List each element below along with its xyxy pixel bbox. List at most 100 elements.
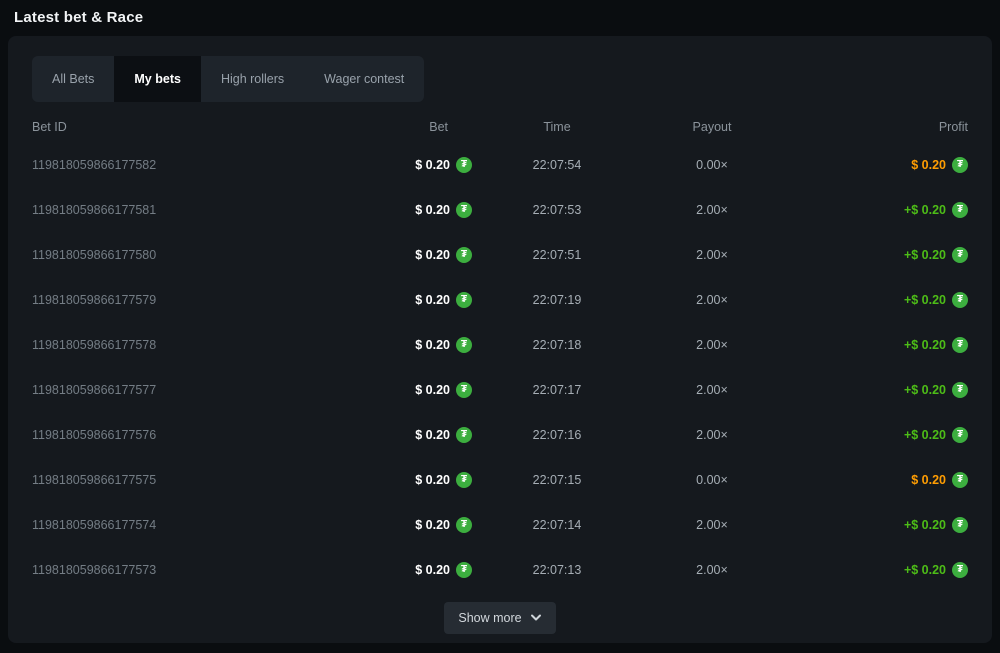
header-bet: Bet [352,120,472,134]
bet-id-link[interactable]: 119818059866177573 [32,563,352,577]
bet-time: 22:07:17 [472,383,642,397]
coin-icon: ₮ [456,382,472,398]
show-more-button[interactable]: Show more [444,602,555,634]
coin-icon: ₮ [456,517,472,533]
table-row: 119818059866177581 $ 0.20 ₮ 22:07:53 2.0… [32,187,968,232]
bet-amount: $ 0.20 [415,473,450,487]
show-more-label: Show more [458,611,521,625]
profit-amount: +$ 0.20 [904,518,946,532]
profit-amount: +$ 0.20 [904,338,946,352]
table-row: 119818059866177578 $ 0.20 ₮ 22:07:18 2.0… [32,322,968,367]
table-row: 119818059866177574 $ 0.20 ₮ 22:07:14 2.0… [32,502,968,547]
bet-payout: 2.00× [642,518,782,532]
bet-id-link[interactable]: 119818059866177577 [32,383,352,397]
bet-payout: 2.00× [642,563,782,577]
table-row: 119818059866177580 $ 0.20 ₮ 22:07:51 2.0… [32,232,968,277]
bet-id-link[interactable]: 119818059866177576 [32,428,352,442]
bet-amount: $ 0.20 [415,203,450,217]
tab-my-bets[interactable]: My bets [114,56,201,102]
profit-amount: +$ 0.20 [904,293,946,307]
profit-cell: +$ 0.20 ₮ [782,247,968,263]
bet-time: 22:07:53 [472,203,642,217]
profit-cell: +$ 0.20 ₮ [782,202,968,218]
bet-time: 22:07:13 [472,563,642,577]
bet-cell: $ 0.20 ₮ [352,157,472,173]
bet-cell: $ 0.20 ₮ [352,202,472,218]
page-header: Latest bet & Race [0,0,1000,36]
coin-icon: ₮ [456,562,472,578]
bet-payout: 2.00× [642,248,782,262]
bet-id-link[interactable]: 119818059866177582 [32,158,352,172]
chevron-down-icon [530,614,542,622]
profit-amount: +$ 0.20 [904,203,946,217]
table-row: 119818059866177575 $ 0.20 ₮ 22:07:15 0.0… [32,457,968,502]
coin-icon: ₮ [952,247,968,263]
bet-id-link[interactable]: 119818059866177581 [32,203,352,217]
table-row: 119818059866177579 $ 0.20 ₮ 22:07:19 2.0… [32,277,968,322]
bet-time: 22:07:18 [472,338,642,352]
profit-amount: +$ 0.20 [904,563,946,577]
table-body: 119818059866177582 $ 0.20 ₮ 22:07:54 0.0… [32,142,968,592]
bet-time: 22:07:15 [472,473,642,487]
profit-cell: +$ 0.20 ₮ [782,337,968,353]
bet-id-link[interactable]: 119818059866177574 [32,518,352,532]
profit-amount: +$ 0.20 [904,383,946,397]
coin-icon: ₮ [952,472,968,488]
profit-cell: $ 0.20 ₮ [782,472,968,488]
profit-cell: +$ 0.20 ₮ [782,382,968,398]
bet-payout: 2.00× [642,203,782,217]
header-bet-id: Bet ID [32,120,352,134]
bet-cell: $ 0.20 ₮ [352,427,472,443]
bet-cell: $ 0.20 ₮ [352,337,472,353]
bet-amount: $ 0.20 [415,158,450,172]
profit-amount: +$ 0.20 [904,428,946,442]
coin-icon: ₮ [952,202,968,218]
coin-icon: ₮ [456,292,472,308]
coin-icon: ₮ [952,292,968,308]
tab-group: All Bets My bets High rollers Wager cont… [32,56,424,102]
bet-cell: $ 0.20 ₮ [352,517,472,533]
bet-cell: $ 0.20 ₮ [352,382,472,398]
coin-icon: ₮ [456,337,472,353]
bet-id-link[interactable]: 119818059866177578 [32,338,352,352]
profit-amount: $ 0.20 [911,473,946,487]
profit-cell: +$ 0.20 ₮ [782,517,968,533]
bet-amount: $ 0.20 [415,248,450,262]
profit-cell: +$ 0.20 ₮ [782,292,968,308]
table-row: 119818059866177576 $ 0.20 ₮ 22:07:16 2.0… [32,412,968,457]
bet-payout: 0.00× [642,473,782,487]
bet-id-link[interactable]: 119818059866177580 [32,248,352,262]
bet-amount: $ 0.20 [415,338,450,352]
bet-time: 22:07:14 [472,518,642,532]
bet-amount: $ 0.20 [415,518,450,532]
coin-icon: ₮ [952,517,968,533]
profit-cell: +$ 0.20 ₮ [782,427,968,443]
bet-cell: $ 0.20 ₮ [352,292,472,308]
coin-icon: ₮ [952,157,968,173]
tab-high-rollers[interactable]: High rollers [201,56,304,102]
bet-amount: $ 0.20 [415,563,450,577]
coin-icon: ₮ [952,562,968,578]
coin-icon: ₮ [456,247,472,263]
bet-payout: 2.00× [642,383,782,397]
coin-icon: ₮ [456,427,472,443]
bets-panel: All Bets My bets High rollers Wager cont… [8,36,992,643]
profit-cell: +$ 0.20 ₮ [782,562,968,578]
tab-all-bets[interactable]: All Bets [32,56,114,102]
bet-amount: $ 0.20 [415,293,450,307]
bet-payout: 2.00× [642,293,782,307]
bet-id-link[interactable]: 119818059866177575 [32,473,352,487]
profit-cell: $ 0.20 ₮ [782,157,968,173]
coin-icon: ₮ [456,157,472,173]
tab-wager-contest[interactable]: Wager contest [304,56,424,102]
show-more-container: Show more [32,602,968,634]
table-row: 119818059866177577 $ 0.20 ₮ 22:07:17 2.0… [32,367,968,412]
profit-amount: $ 0.20 [911,158,946,172]
bet-cell: $ 0.20 ₮ [352,472,472,488]
coin-icon: ₮ [952,382,968,398]
page-title: Latest bet & Race [14,9,986,26]
coin-icon: ₮ [952,427,968,443]
header-payout: Payout [642,120,782,134]
bet-amount: $ 0.20 [415,428,450,442]
bet-id-link[interactable]: 119818059866177579 [32,293,352,307]
